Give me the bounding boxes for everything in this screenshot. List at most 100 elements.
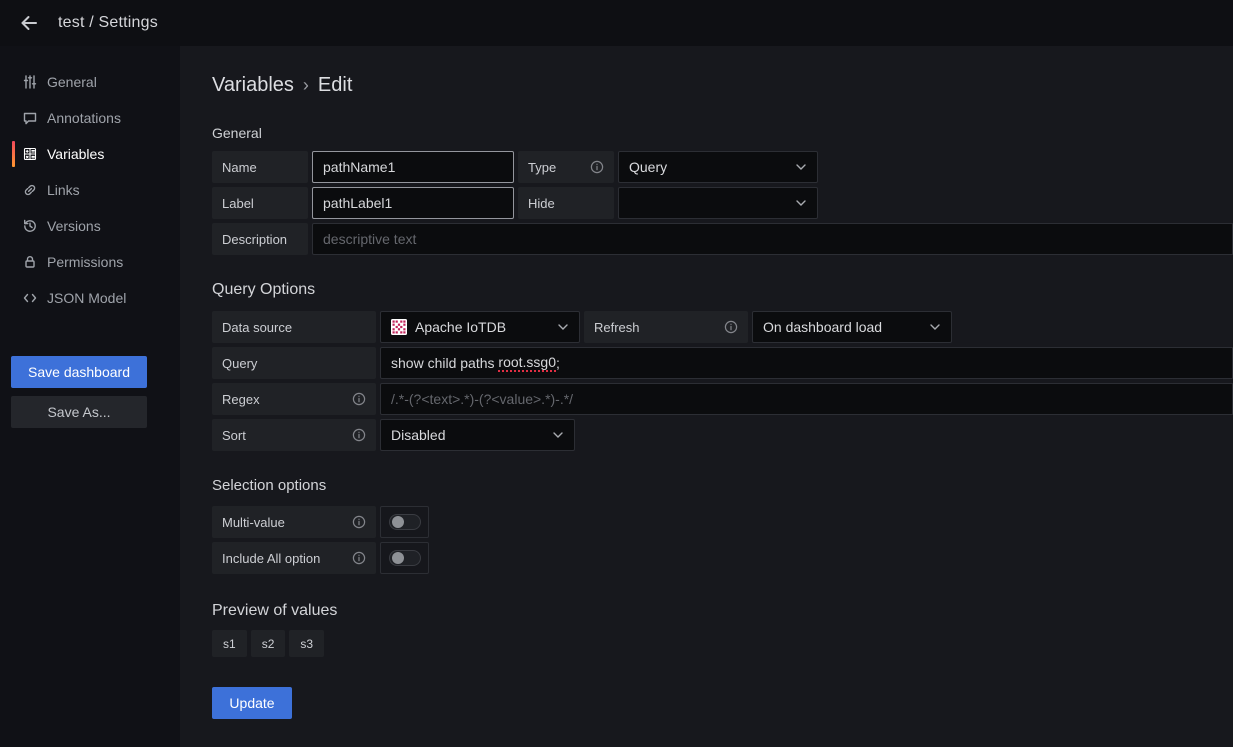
general-section-heading: General [212, 125, 1233, 141]
multi-value-label: Multi-value [212, 506, 376, 538]
type-label-text: Type [528, 160, 556, 175]
type-select[interactable]: Query [618, 151, 818, 183]
include-all-row: Include All option [212, 542, 1233, 574]
data-source-select[interactable]: Apache IoTDB [380, 311, 580, 343]
multi-value-label-text: Multi-value [222, 515, 285, 530]
info-icon[interactable] [724, 320, 738, 334]
update-button[interactable]: Update [212, 687, 292, 719]
sidebar-item-label: Variables [47, 146, 104, 162]
regex-label: Regex [212, 383, 376, 415]
sort-label-text: Sort [222, 428, 246, 443]
sidebar-item-general[interactable]: General [0, 64, 180, 100]
apache-iotdb-logo-icon [391, 319, 407, 335]
code-brackets-icon [22, 290, 38, 306]
hide-select[interactable] [618, 187, 818, 219]
refresh-label: Refresh [584, 311, 748, 343]
query-text: show child paths [391, 355, 498, 371]
include-all-label: Include All option [212, 542, 376, 574]
preview-values: s1 s2 s3 [212, 630, 1233, 657]
link-icon [22, 182, 38, 198]
sidebar-item-versions[interactable]: Versions [0, 208, 180, 244]
query-label: Query [212, 347, 376, 379]
calculator-icon [22, 146, 38, 162]
breadcrumb-section[interactable]: Variables [212, 74, 294, 97]
back-arrow-icon[interactable] [14, 8, 44, 38]
sort-label: Sort [212, 419, 376, 451]
history-icon [22, 218, 38, 234]
sidebar-item-permissions[interactable]: Permissions [0, 244, 180, 280]
multi-value-toggle[interactable] [380, 506, 429, 538]
active-indicator [12, 141, 15, 167]
info-icon[interactable] [352, 515, 366, 529]
sort-select-value: Disabled [391, 427, 445, 443]
type-label: Type [518, 151, 614, 183]
sort-row: Sort Disabled [212, 419, 1233, 451]
data-source-label: Data source [212, 311, 376, 343]
sidebar-item-label: General [47, 74, 97, 90]
info-icon[interactable] [352, 551, 366, 565]
settings-sidebar: General Annotations Variables [0, 46, 180, 747]
top-header: test / Settings [0, 0, 1233, 46]
toggle-knob [392, 552, 404, 564]
regex-input[interactable] [380, 383, 1233, 415]
label-input[interactable] [312, 187, 514, 219]
toggle-track [389, 550, 421, 566]
sidebar-item-variables[interactable]: Variables [0, 136, 180, 172]
breadcrumb: Variables › Edit [212, 74, 1233, 97]
dashboard-title: test / Settings [58, 14, 158, 32]
sidebar-item-label: Links [47, 182, 80, 198]
chevron-down-icon [929, 323, 941, 331]
sidebar-item-annotations[interactable]: Annotations [0, 100, 180, 136]
query-text-suffix: ; [556, 355, 560, 371]
query-options-heading: Query Options [212, 281, 1233, 299]
data-source-select-value: Apache IoTDB [415, 319, 506, 335]
save-as-button[interactable]: Save As... [11, 396, 147, 428]
sidebar-item-label: Permissions [47, 254, 123, 270]
sidebar-item-label: Versions [47, 218, 101, 234]
sort-select[interactable]: Disabled [380, 419, 575, 451]
description-row: Description [212, 223, 1233, 255]
breadcrumb-separator: › [303, 75, 309, 96]
toggle-track [389, 514, 421, 530]
name-input[interactable] [312, 151, 514, 183]
query-input[interactable]: show child paths root.ssg0; [380, 347, 1233, 379]
comment-icon [22, 110, 38, 126]
sidebar-item-label: JSON Model [47, 290, 126, 306]
breadcrumb-page: Edit [318, 74, 352, 97]
description-label: Description [212, 223, 308, 255]
query-row: Query show child paths root.ssg0; [212, 347, 1233, 379]
toggle-knob [392, 516, 404, 528]
info-icon[interactable] [352, 392, 366, 406]
preview-heading: Preview of values [212, 602, 1233, 620]
description-input[interactable] [312, 223, 1233, 255]
chevron-down-icon [557, 323, 569, 331]
lock-icon [22, 254, 38, 270]
include-all-toggle[interactable] [380, 542, 429, 574]
label-label: Label [212, 187, 308, 219]
preview-value-chip: s2 [251, 630, 286, 657]
save-dashboard-button[interactable]: Save dashboard [11, 356, 147, 388]
refresh-select-value: On dashboard load [763, 319, 882, 335]
sidebar-item-links[interactable]: Links [0, 172, 180, 208]
query-misspelled-text: root.ssg0 [498, 354, 556, 372]
regex-row: Regex [212, 383, 1233, 415]
info-icon[interactable] [590, 160, 604, 174]
sidebar-item-label: Annotations [47, 110, 121, 126]
sidebar-item-json-model[interactable]: JSON Model [0, 280, 180, 316]
chevron-down-icon [795, 199, 807, 207]
name-type-row: Name Type Query [212, 151, 1233, 183]
hide-label: Hide [518, 187, 614, 219]
multi-value-row: Multi-value [212, 506, 1233, 538]
regex-label-text: Regex [222, 392, 260, 407]
selection-options-heading: Selection options [212, 477, 1233, 494]
include-all-label-text: Include All option [222, 551, 320, 566]
type-select-value: Query [629, 159, 667, 175]
info-icon[interactable] [352, 428, 366, 442]
datasource-refresh-row: Data source Apache IoTDB [212, 311, 1233, 343]
refresh-label-text: Refresh [594, 320, 640, 335]
sliders-icon [22, 74, 38, 90]
chevron-down-icon [795, 163, 807, 171]
preview-value-chip: s1 [212, 630, 247, 657]
refresh-select[interactable]: On dashboard load [752, 311, 952, 343]
label-hide-row: Label Hide [212, 187, 1233, 219]
